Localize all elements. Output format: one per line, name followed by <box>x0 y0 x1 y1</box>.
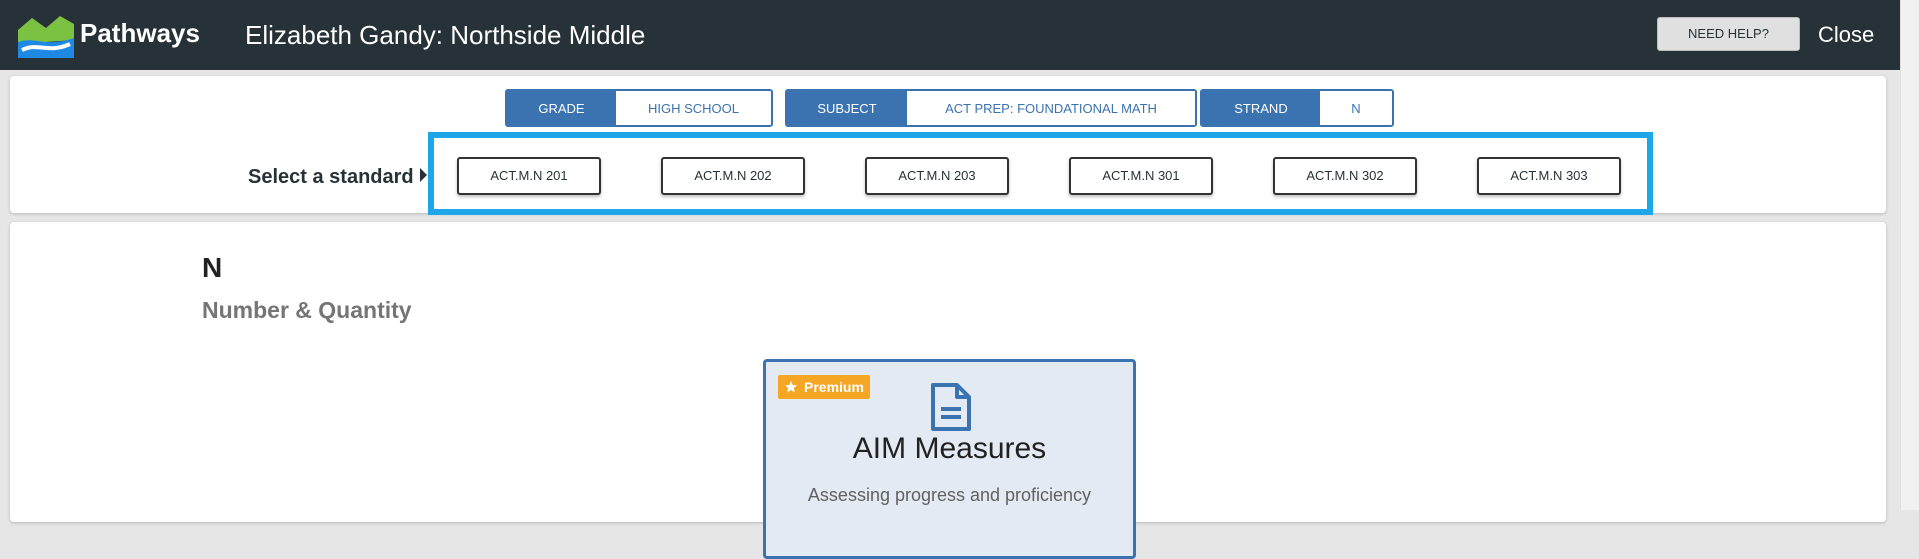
brand-name[interactable]: Pathways <box>80 18 200 49</box>
strand-code: N <box>202 252 223 283</box>
top-bar: Pathways Elizabeth Gandy: Northside Midd… <box>0 0 1900 70</box>
aim-measures-card[interactable]: Premium AIM Measures Assessing progress … <box>763 359 1136 559</box>
standard-button[interactable]: ACT.M.N 303 <box>1477 157 1621 195</box>
strand-filter-key: STRAND <box>1202 91 1320 125</box>
standard-button[interactable]: ACT.M.N 301 <box>1069 157 1213 195</box>
need-help-button[interactable]: NEED HELP? <box>1657 17 1800 51</box>
premium-badge-label: Premium <box>804 379 864 395</box>
grade-filter[interactable]: GRADE HIGH SCHOOL <box>505 89 773 127</box>
close-button[interactable]: Close <box>1818 22 1874 48</box>
grade-filter-value: HIGH SCHOOL <box>616 91 771 125</box>
filter-panel: GRADE HIGH SCHOOL SUBJECT ACT PREP: FOUN… <box>10 76 1886 215</box>
caret-right-icon <box>420 168 427 182</box>
card-subtitle: Assessing progress and proficiency <box>807 485 1092 505</box>
main-panel: N Number & Quantity Premium AIM Measures… <box>10 222 1886 559</box>
standard-button[interactable]: ACT.M.N 203 <box>865 157 1009 195</box>
standard-button[interactable]: ACT.M.N 302 <box>1273 157 1417 195</box>
subject-filter-key: SUBJECT <box>787 91 907 125</box>
scrollbar[interactable] <box>1900 0 1919 510</box>
standard-button[interactable]: ACT.M.N 201 <box>457 157 601 195</box>
select-standard-label: Select a standard <box>248 166 414 188</box>
card-title: AIM Measures <box>852 432 1047 465</box>
premium-badge: Premium <box>778 375 870 399</box>
document-icon <box>931 383 971 431</box>
strand-name: Number & Quantity <box>202 297 412 323</box>
strand-filter[interactable]: STRAND N <box>1200 89 1394 127</box>
grade-filter-key: GRADE <box>507 91 616 125</box>
subject-filter-value: ACT PREP: FOUNDATIONAL MATH <box>907 91 1195 125</box>
strand-filter-value: N <box>1320 91 1392 125</box>
pathways-logo-icon[interactable] <box>18 14 74 58</box>
subject-filter[interactable]: SUBJECT ACT PREP: FOUNDATIONAL MATH <box>785 89 1197 127</box>
standards-selector: ACT.M.N 201 ACT.M.N 202 ACT.M.N 203 ACT.… <box>428 132 1653 215</box>
page-title: Elizabeth Gandy: Northside Middle <box>245 20 646 50</box>
standard-button[interactable]: ACT.M.N 202 <box>661 157 805 195</box>
star-icon <box>785 381 797 393</box>
